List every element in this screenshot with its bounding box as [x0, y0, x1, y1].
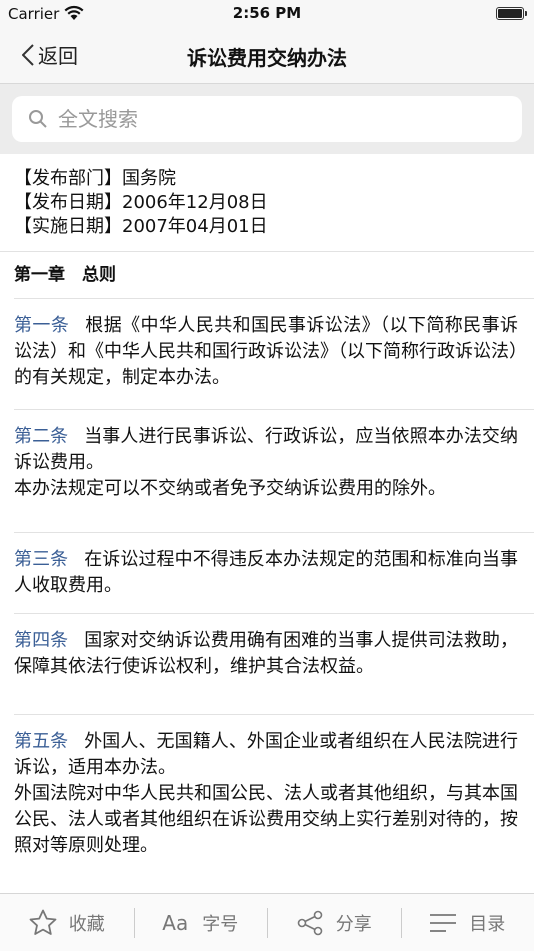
- status-bar: Carrier 2:56 PM: [0, 0, 534, 28]
- article-2: 第二条当事人进行民事诉讼、行政诉讼，应当依照本办法交纳诉讼费用。 本办法规定可以…: [0, 410, 534, 532]
- font-size-icon: Aa: [162, 911, 188, 935]
- page-title: 诉讼费用交纳办法: [0, 42, 534, 71]
- article-text: 根据《中华人民共和国民事诉讼法》（以下简称民事诉讼法）和《中华人民共和国行政诉讼…: [14, 315, 518, 388]
- article-number: 第三条: [14, 549, 68, 570]
- font-size-button[interactable]: Aa 字号: [134, 894, 268, 951]
- article-number: 第一条: [14, 315, 69, 336]
- share-label: 分享: [336, 910, 372, 936]
- chapter-heading: 第一章 总则: [0, 252, 534, 298]
- favorite-button[interactable]: 收藏: [0, 894, 134, 951]
- article-5: 第五条外国人、无国籍人、外国企业或者组织在人民法院进行诉讼，适用本办法。 外国法…: [0, 715, 534, 859]
- article-paragraph: 外国法院对中华人民共和国公民、法人或者其他组织，与其本国公民、法人或者其他组织在…: [14, 781, 518, 859]
- article-text: 当事人进行民事诉讼、行政诉讼，应当依照本办法交纳诉讼费用。: [14, 426, 518, 473]
- meta-row-department: 【发布部门】国务院: [14, 167, 534, 191]
- list-icon: [429, 912, 457, 934]
- search-icon: [28, 109, 48, 129]
- search-area: [0, 84, 534, 154]
- document-content[interactable]: 【发布部门】国务院 【发布日期】2006年12月08日 【实施日期】2007年0…: [0, 155, 534, 893]
- battery-icon: [496, 7, 524, 20]
- navigation-bar: 返回 诉讼费用交纳办法: [0, 28, 534, 84]
- article-3: 第三条在诉讼过程中不得违反本办法规定的范围和标准向当事人收取费用。: [0, 533, 534, 613]
- favorite-label: 收藏: [69, 910, 105, 936]
- table-of-contents-button[interactable]: 目录: [401, 894, 534, 951]
- table-of-contents-label: 目录: [469, 910, 505, 936]
- search-box[interactable]: [12, 96, 522, 142]
- article-paragraph: 本办法规定可以不交纳或者免予交纳诉讼费用的除外。: [14, 476, 518, 502]
- star-icon: [29, 909, 57, 936]
- meta-row-effective-date: 【实施日期】2007年04月01日: [14, 215, 534, 239]
- article-4: 第四条国家对交纳诉讼费用确有困难的当事人提供司法救助，保障其依法行使诉讼权利，维…: [0, 614, 534, 714]
- share-button[interactable]: 分享: [267, 894, 401, 951]
- document-meta: 【发布部门】国务院 【发布日期】2006年12月08日 【实施日期】2007年0…: [0, 155, 534, 239]
- article-text: 外国人、无国籍人、外国企业或者组织在人民法院进行诉讼，适用本办法。: [14, 731, 518, 778]
- search-input[interactable]: [56, 106, 500, 132]
- status-time: 2:56 PM: [0, 4, 534, 22]
- meta-row-publish-date: 【发布日期】2006年12月08日: [14, 191, 534, 215]
- article-number: 第二条: [14, 426, 68, 447]
- article-text: 在诉讼过程中不得违反本办法规定的范围和标准向当事人收取费用。: [14, 549, 518, 596]
- article-number: 第四条: [14, 630, 68, 651]
- article-1: 第一条根据《中华人民共和国民事诉讼法》（以下简称民事诉讼法）和《中华人民共和国行…: [0, 299, 534, 409]
- font-size-label: 字号: [202, 910, 238, 936]
- bottom-toolbar: 收藏 Aa 字号 分享 目录: [0, 893, 534, 951]
- article-text: 国家对交纳诉讼费用确有困难的当事人提供司法救助，保障其依法行使诉讼权利，维护其合…: [14, 630, 518, 677]
- share-icon: [296, 910, 324, 936]
- article-number: 第五条: [14, 731, 68, 752]
